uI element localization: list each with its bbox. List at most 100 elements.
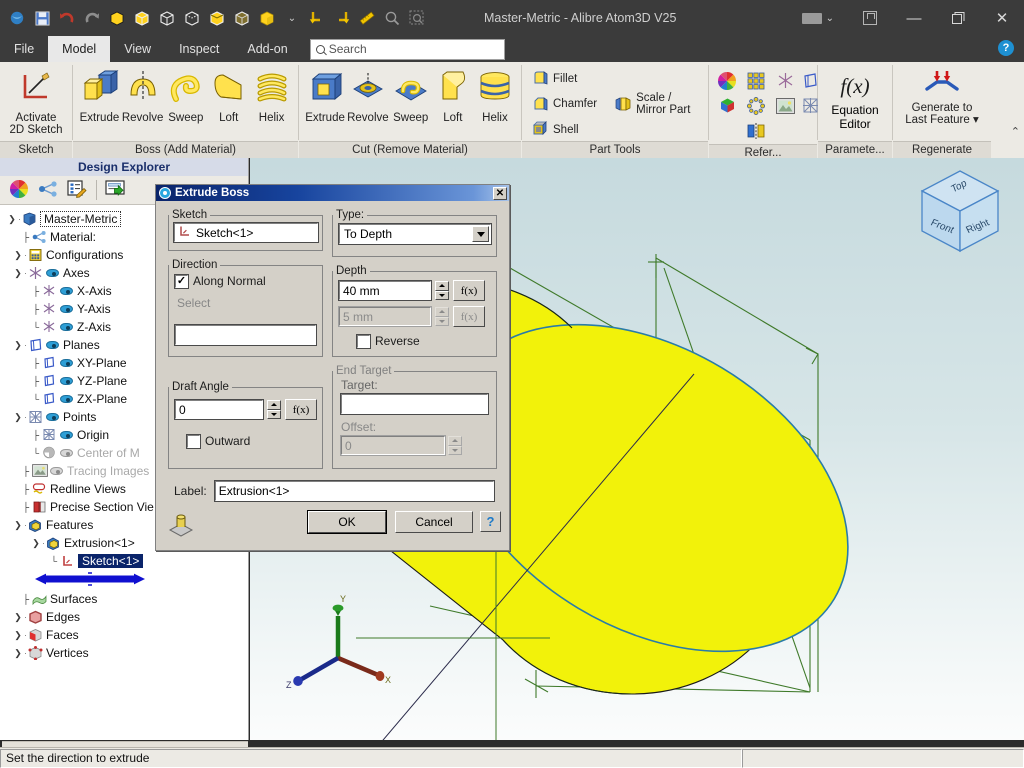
visibility-eye-icon[interactable] (60, 394, 73, 404)
along-normal-checkbox[interactable]: ✓ Along Normal (174, 273, 322, 289)
ok-button[interactable]: OK (307, 510, 387, 534)
depth-stepper-down[interactable] (435, 290, 449, 300)
boss-sweep-button[interactable]: Sweep (165, 66, 206, 124)
color-wheel-button[interactable] (715, 70, 739, 94)
relationships-button[interactable] (35, 178, 61, 202)
boss-extrude-button[interactable]: Extrude (79, 66, 120, 124)
reference-axis-button[interactable] (773, 70, 797, 94)
tree-item-surfaces[interactable]: ├ Surfaces (4, 590, 248, 608)
draft-angle-fx-button[interactable]: f(x) (285, 399, 317, 420)
collapse-ribbon-button[interactable]: ⌃ (1011, 125, 1020, 138)
depth-stepper-up[interactable] (435, 281, 449, 291)
dialog-close-button[interactable]: ✕ (493, 186, 507, 200)
tree-item-faces[interactable]: ❯ · Faces (4, 626, 248, 644)
fillet-button[interactable]: Fillet (528, 68, 581, 89)
display-shaded-edges-icon[interactable] (131, 7, 153, 29)
chevron-down-icon[interactable]: ❯ (12, 520, 24, 531)
activate-2d-sketch-button[interactable]: Activate 2D Sketch (6, 66, 66, 136)
minimize-button[interactable]: — (892, 0, 936, 36)
rotate-left-icon[interactable] (306, 7, 328, 29)
sketch-input[interactable]: Sketch<1> (173, 222, 319, 243)
dialog-title-bar[interactable]: Extrude Boss ✕ (156, 185, 509, 201)
restore-down-icon[interactable] (848, 0, 892, 36)
tab-model[interactable]: Model (48, 36, 111, 62)
chevron-right-icon[interactable]: ❯ (12, 250, 24, 261)
extrude-preview-icon[interactable] (168, 513, 194, 542)
export-notes-button[interactable] (103, 178, 129, 202)
visibility-eye-icon[interactable] (60, 304, 73, 314)
tab-view[interactable]: View (110, 36, 165, 62)
home-icon[interactable] (6, 7, 28, 29)
visibility-eye-icon[interactable] (60, 322, 73, 332)
undo-icon[interactable] (56, 7, 78, 29)
zoom-window-icon[interactable] (406, 7, 428, 29)
maximize-button[interactable] (936, 0, 980, 36)
label-input[interactable]: Extrusion<1> (213, 480, 496, 502)
display-wireframe-icon[interactable] (156, 7, 178, 29)
display-realistic-icon[interactable] (256, 7, 278, 29)
tab-file[interactable]: File (0, 36, 48, 62)
save-icon[interactable] (31, 7, 53, 29)
tree-item-rollback-bar[interactable] (4, 570, 248, 590)
rollback-bar-icon[interactable] (34, 570, 145, 591)
dialog-help-button[interactable]: ? (480, 511, 501, 532)
type-dropdown-button[interactable] (472, 226, 489, 242)
display-shaded-icon[interactable] (106, 7, 128, 29)
chevron-right-icon[interactable]: ❯ (12, 630, 24, 641)
visibility-eye-icon[interactable] (46, 412, 59, 422)
draft-angle-input[interactable]: 0 (174, 399, 264, 420)
chevron-down-icon[interactable]: ❯ (30, 538, 42, 549)
tree-item-vertices[interactable]: ❯ · Vertices (4, 644, 248, 662)
chevron-right-icon[interactable]: ❯ (12, 612, 24, 623)
draft-angle-stepper-up[interactable] (267, 400, 281, 410)
target-input[interactable] (340, 393, 489, 415)
type-select[interactable]: To Depth (338, 223, 492, 245)
visibility-eye-icon[interactable] (60, 358, 73, 368)
close-button[interactable]: ✕ (980, 0, 1024, 36)
tab-inspect[interactable]: Inspect (165, 36, 233, 62)
display-transparent-icon[interactable] (231, 7, 253, 29)
pattern-grid-button[interactable] (744, 70, 768, 94)
visibility-eye-icon[interactable] (46, 340, 59, 350)
circular-pattern-button[interactable] (744, 95, 768, 119)
display-hidden-line-icon[interactable] (181, 7, 203, 29)
visibility-eye-icon[interactable] (46, 268, 59, 278)
mirror-button[interactable] (744, 120, 768, 144)
depth-stepper[interactable] (435, 281, 449, 300)
boss-revolve-button[interactable]: Revolve (122, 66, 163, 124)
boss-loft-button[interactable]: Loft (208, 66, 249, 124)
measure-icon[interactable] (356, 7, 378, 29)
shell-button[interactable]: Shell (528, 119, 583, 140)
reverse-checkbox[interactable]: Reverse (356, 333, 496, 349)
depth-fx-button[interactable]: f(x) (453, 280, 485, 301)
material-cube-button[interactable] (715, 95, 739, 119)
visibility-eye-icon[interactable] (60, 376, 73, 386)
extrude-boss-dialog[interactable]: Extrude Boss ✕ Sketch Sketch<1> Directio… (155, 184, 510, 551)
direction-select-input[interactable] (174, 324, 317, 346)
chevron-down-icon[interactable]: ❯ (12, 412, 24, 423)
help-button[interactable]: ? (998, 40, 1014, 56)
visibility-eye-icon[interactable] (60, 448, 73, 458)
tree-item-sketch-1[interactable]: └ Sketch<1> (4, 552, 248, 570)
cut-sweep-button[interactable]: Sweep (391, 66, 431, 124)
visibility-eye-icon[interactable] (50, 466, 63, 476)
boss-helix-button[interactable]: Helix (251, 66, 292, 124)
visibility-eye-icon[interactable] (60, 430, 73, 440)
cancel-button[interactable]: Cancel (395, 511, 473, 533)
cut-revolve-button[interactable]: Revolve (347, 66, 389, 124)
chevron-down-icon[interactable]: ❯ (12, 268, 24, 279)
display-hidden-line-removed-icon[interactable] (206, 7, 228, 29)
visibility-eye-icon[interactable] (60, 286, 73, 296)
rotate-right-icon[interactable] (331, 7, 353, 29)
chamfer-button[interactable]: Chamfer Scale / Mirror Part (528, 90, 702, 118)
edit-properties-button[interactable] (64, 178, 90, 202)
chevron-right-icon[interactable]: ❯ (12, 648, 24, 659)
cut-loft-button[interactable]: Loft (433, 66, 473, 124)
generate-to-last-feature-button[interactable]: Generate to Last Feature ▾ (899, 66, 985, 126)
chevron-down-icon[interactable]: ❯ (6, 214, 18, 225)
depth-input[interactable]: 40 mm (338, 280, 432, 301)
display-more-chevron-icon[interactable]: ⌄ (281, 7, 303, 29)
color-properties-button[interactable] (6, 178, 32, 202)
search-input[interactable]: Search (309, 38, 505, 60)
cut-helix-button[interactable]: Helix (475, 66, 515, 124)
